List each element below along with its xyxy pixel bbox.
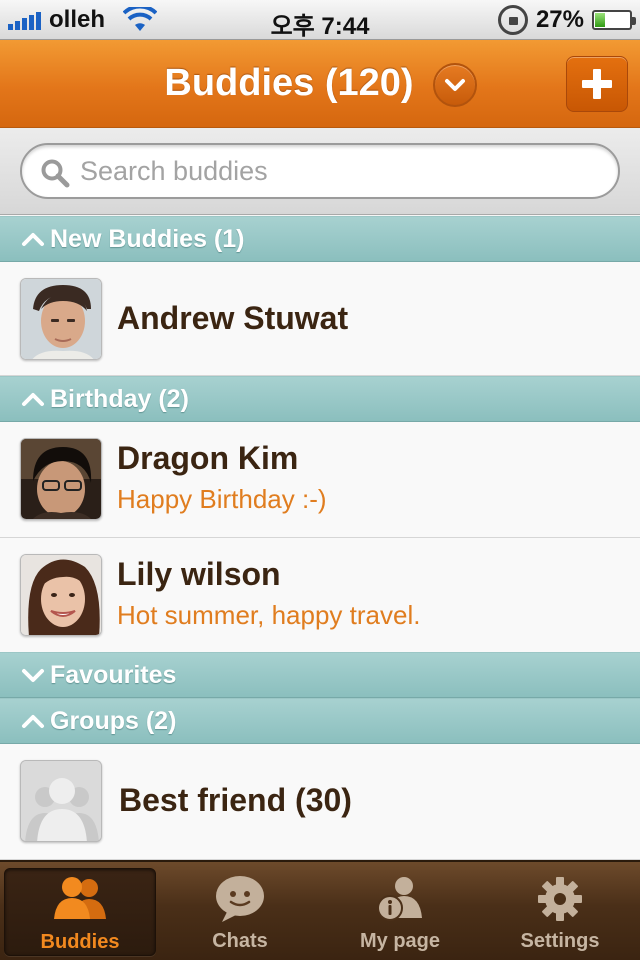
buddy-row-dragon-kim[interactable]: Dragon Kim Happy Birthday :-) xyxy=(0,422,640,538)
rotation-lock-icon xyxy=(497,5,528,35)
navigation-bar: Buddies (120) xyxy=(0,40,640,128)
section-label: Groups (2) xyxy=(50,706,177,735)
tab-chats[interactable]: Chats xyxy=(164,868,316,956)
search-bar xyxy=(0,128,640,215)
tab-settings[interactable]: Settings xyxy=(484,868,636,956)
section-label: Favourites xyxy=(50,660,177,689)
chevron-down-icon xyxy=(22,669,44,682)
page-title: Buddies (120) xyxy=(164,62,414,104)
buddies-icon xyxy=(54,877,106,919)
chat-bubble-icon xyxy=(216,876,264,922)
search-field[interactable] xyxy=(20,143,620,199)
chevron-down-icon xyxy=(445,79,465,91)
section-birthday[interactable]: Birthday (2) xyxy=(0,376,640,422)
tab-bar: Buddies Chats My page Settings xyxy=(0,860,640,960)
gear-icon xyxy=(538,877,582,921)
group-row-best-friend[interactable]: Best friend (30) xyxy=(0,744,640,860)
buddy-name: Lily wilson xyxy=(117,556,281,592)
avatar xyxy=(20,554,102,636)
chevron-up-icon xyxy=(22,233,44,246)
section-label: Birthday (2) xyxy=(50,384,189,413)
buddy-status-message: Hot summer, happy travel. xyxy=(117,600,421,630)
section-groups[interactable]: Groups (2) xyxy=(0,698,640,744)
add-buddy-button[interactable] xyxy=(566,56,628,112)
chevron-up-icon xyxy=(22,393,44,406)
group-name: Best friend (30) xyxy=(119,782,352,818)
buddy-name: Andrew Stuwat xyxy=(117,300,349,336)
avatar xyxy=(20,438,102,520)
chevron-up-icon xyxy=(22,715,44,728)
section-label: New Buddies (1) xyxy=(50,224,245,253)
section-favourites[interactable]: Favourites xyxy=(0,652,640,698)
search-icon xyxy=(41,159,70,188)
buddy-row-lily-wilson[interactable]: Lily wilson Hot summer, happy travel. xyxy=(0,538,640,654)
tab-label: Chats xyxy=(212,930,268,952)
group-placeholder-icon xyxy=(20,760,102,842)
title-dropdown-button[interactable] xyxy=(433,63,477,107)
buddy-name: Dragon Kim xyxy=(117,440,299,476)
tab-label: Buddies xyxy=(40,931,120,953)
plus-icon xyxy=(582,69,612,99)
tab-my-page[interactable]: My page xyxy=(324,868,476,956)
status-right: 27% xyxy=(497,5,636,35)
section-new-buddies[interactable]: New Buddies (1) xyxy=(0,216,640,262)
tab-label: My page xyxy=(359,930,441,952)
tab-buddies[interactable]: Buddies xyxy=(4,868,156,956)
avatar xyxy=(20,278,102,360)
buddy-row-andrew[interactable]: Andrew Stuwat xyxy=(0,262,640,376)
battery-icon xyxy=(592,10,636,30)
buddy-status-message: Happy Birthday :-) xyxy=(117,484,327,514)
tab-label: Settings xyxy=(520,930,600,952)
search-input[interactable] xyxy=(80,151,600,191)
status-bar: olleh 오후 7:44 27% xyxy=(0,0,640,40)
my-page-icon xyxy=(377,877,422,921)
battery-percent: 27% xyxy=(535,6,584,33)
